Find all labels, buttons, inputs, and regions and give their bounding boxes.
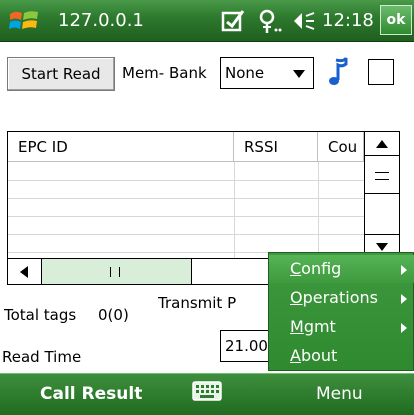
menu-softkey[interactable]: Menu xyxy=(316,384,363,404)
total-tags-value: 0(0) xyxy=(98,306,129,324)
clock: 12:18 xyxy=(322,10,374,31)
menu-item-mnemonic: C xyxy=(290,259,302,278)
grid-line xyxy=(8,234,364,235)
music-note-icon[interactable] xyxy=(326,56,350,88)
column-header-epc-id[interactable]: EPC ID xyxy=(8,132,234,162)
checkbox[interactable] xyxy=(368,59,394,85)
membank-label: Mem- Bank xyxy=(122,64,207,82)
popup-menu: Config Operations Mgmt About xyxy=(268,252,414,371)
menu-item-config[interactable]: Config xyxy=(269,255,414,283)
vertical-scroll-thumb[interactable] xyxy=(365,156,399,194)
softkey-bar: Call Result Menu xyxy=(0,373,414,415)
menu-item-mnemonic: M xyxy=(290,317,304,336)
menu-item-operations[interactable]: Operations xyxy=(269,284,414,312)
horizontal-scroll-thumb[interactable] xyxy=(42,259,192,284)
menu-item-mnemonic: A xyxy=(290,346,301,365)
submenu-arrow-icon xyxy=(401,323,407,333)
menu-item-label: onfig xyxy=(301,259,342,278)
vertical-scrollbar[interactable] xyxy=(364,132,399,258)
menu-item-about[interactable]: About xyxy=(269,342,414,370)
grid-line xyxy=(8,180,364,181)
grid-line xyxy=(8,216,364,217)
start-read-button[interactable]: Start Read xyxy=(7,57,115,91)
submenu-arrow-icon xyxy=(401,265,407,275)
column-header-count[interactable]: Cou xyxy=(318,132,364,162)
menu-item-label: perations xyxy=(302,288,378,307)
grid-line xyxy=(318,162,319,258)
connectivity-icon[interactable] xyxy=(220,8,246,34)
submenu-arrow-icon xyxy=(401,294,407,304)
grid-line xyxy=(234,162,235,258)
read-time-label: Read Time xyxy=(2,348,82,366)
scroll-up-arrow-icon[interactable] xyxy=(365,132,399,156)
volume-icon[interactable] xyxy=(292,10,316,32)
keyboard-icon[interactable] xyxy=(192,380,222,402)
membank-select[interactable]: None xyxy=(220,57,314,89)
title-bar: 127.0.0.1 12:18 ok xyxy=(0,0,414,42)
chevron-down-icon xyxy=(293,70,305,78)
transmit-power-label: Transmit P xyxy=(158,294,237,312)
menu-item-mnemonic: O xyxy=(290,288,303,307)
menu-item-mgmt[interactable]: Mgmt xyxy=(269,313,414,341)
membank-value: None xyxy=(225,64,265,82)
call-result-softkey[interactable]: Call Result xyxy=(40,384,142,404)
table-header: EPC ID RSSI Cou xyxy=(8,132,364,162)
ok-button[interactable]: ok xyxy=(380,5,412,35)
menu-item-label: gmt xyxy=(303,317,336,336)
scroll-left-arrow-icon[interactable] xyxy=(8,259,42,284)
window-title: 127.0.0.1 xyxy=(58,10,144,31)
menu-item-label: bout xyxy=(300,346,338,365)
grid-line xyxy=(8,198,364,199)
total-tags-label: Total tags xyxy=(4,306,77,324)
column-header-rssi[interactable]: RSSI xyxy=(234,132,318,162)
signal-icon[interactable] xyxy=(256,7,282,35)
windows-logo-icon[interactable] xyxy=(8,6,40,36)
